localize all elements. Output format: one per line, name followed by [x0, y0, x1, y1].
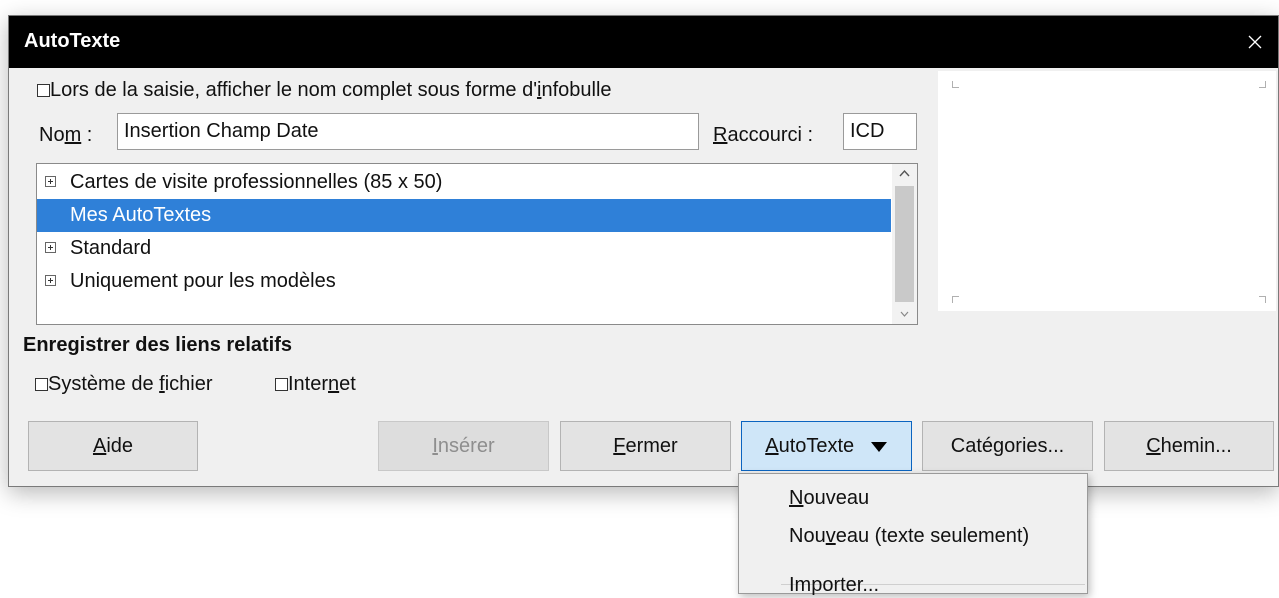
internet-label-start: Inter — [288, 373, 329, 395]
name-input[interactable]: Insertion Champ Date — [117, 113, 699, 150]
help-label-mnemonic: A — [92, 435, 107, 457]
name-label-end: : — [81, 124, 93, 146]
autotext-dropdown-button[interactable]: AutoTexte — [741, 421, 912, 471]
tooltip-checkbox[interactable] — [37, 84, 50, 98]
menu-item-label-end: eau (texte seulement) — [835, 525, 1030, 547]
relative-links-title: Enregistrer des liens relatifs — [23, 334, 293, 356]
tooltip-checkbox-label-start: Lors de la saisie, afficher le nom compl… — [50, 79, 538, 101]
close-icon — [1248, 35, 1262, 49]
filesystem-checkbox[interactable] — [35, 378, 48, 392]
expand-icon[interactable] — [45, 242, 56, 253]
expand-icon[interactable] — [45, 176, 56, 187]
insert-button[interactable]: Insérer — [378, 421, 549, 471]
menu-item-label-end: ouveau — [803, 487, 870, 509]
autotext-dialog: AutoTexte Lors de la saisie, afficher le… — [8, 15, 1279, 487]
help-button[interactable]: Aide — [28, 421, 198, 471]
shortcut-label: Raccourci : — [713, 123, 813, 147]
close-label-end: ermer — [625, 435, 678, 457]
shortcut-label-end: accourci : — [727, 124, 814, 146]
menu-item-import[interactable]: Importer... — [789, 572, 879, 598]
preview-corner-mark — [1259, 296, 1266, 303]
filesystem-label-end: ichier — [164, 373, 213, 395]
shortcut-input[interactable]: ICD — [843, 113, 917, 150]
preview-area — [938, 71, 1276, 311]
tree-item-label: Uniquement pour les modèles — [70, 270, 336, 292]
tree-item[interactable]: Uniquement pour les modèles — [37, 265, 891, 298]
menu-item-mnemonic: N — [789, 487, 804, 509]
tree-item[interactable]: Standard — [37, 232, 891, 265]
help-label-end: ide — [106, 435, 134, 457]
menu-item-mnemonic: v — [825, 525, 836, 547]
filesystem-label-start: Système de — [48, 373, 160, 395]
tree-item-label: Cartes de visite professionnelles (85 x … — [70, 171, 443, 193]
preview-corner-mark — [1259, 81, 1266, 88]
internet-label-end: et — [339, 373, 356, 395]
name-label-start: No — [39, 124, 65, 146]
path-label-end: hemin... — [1160, 435, 1232, 457]
scroll-up-arrow[interactable] — [892, 164, 917, 184]
tree-item-selected[interactable]: Mes AutoTextes — [37, 199, 891, 232]
internet-checkbox-row[interactable]: Internet — [275, 372, 356, 396]
close-label-mnemonic: F — [613, 435, 626, 457]
chevron-up-icon — [899, 169, 910, 177]
categories-label-end: ories... — [1004, 435, 1065, 457]
menu-item-label-start: Nou — [789, 525, 826, 547]
preview-corner-mark — [952, 296, 959, 303]
expand-icon[interactable] — [45, 275, 56, 286]
dialog-title: AutoTexte — [24, 30, 121, 52]
categories-label-start: Caté — [950, 435, 994, 457]
filesystem-checkbox-row[interactable]: Système de fichier — [35, 372, 213, 396]
tree-item-label: Mes AutoTextes — [70, 204, 212, 226]
tree-item-label: Standard — [70, 237, 152, 259]
tree-item[interactable]: Cartes de visite professionnelles (85 x … — [37, 166, 891, 199]
vertical-scrollbar[interactable] — [892, 164, 917, 324]
path-label-mnemonic: C — [1146, 435, 1161, 457]
insert-label-end: nsérer — [437, 435, 495, 457]
title-bar: AutoTexte — [9, 16, 1278, 68]
name-label: Nom : — [39, 123, 92, 147]
close-window-button[interactable] — [1232, 16, 1278, 68]
menu-item-new[interactable]: Nouveau — [789, 485, 869, 511]
name-label-mnemonic: m — [64, 124, 82, 146]
scroll-thumb[interactable] — [895, 186, 914, 302]
autotext-tree[interactable]: Cartes de visite professionnelles (85 x … — [36, 163, 918, 325]
autotext-label-end: utoTexte — [778, 435, 855, 457]
dropdown-arrow-icon — [870, 441, 887, 452]
internet-checkbox[interactable] — [275, 378, 288, 392]
menu-item-label: Importer... — [789, 574, 880, 596]
tooltip-checkbox-label-end: nfobulle — [541, 79, 612, 101]
menu-item-new-text-only[interactable]: Nouveau (texte seulement) — [789, 523, 1029, 549]
tooltip-checkbox-row[interactable]: Lors de la saisie, afficher le nom compl… — [37, 78, 612, 102]
preview-corner-mark — [952, 81, 959, 88]
chevron-down-icon — [900, 311, 909, 317]
close-button[interactable]: Fermer — [560, 421, 731, 471]
internet-label-mnemonic: n — [328, 373, 340, 395]
autotext-menu: Nouveau Nouveau (texte seulement) Import… — [738, 473, 1088, 596]
categories-label-mnemonic: g — [993, 435, 1005, 457]
categories-button[interactable]: Catégories... — [922, 421, 1093, 471]
path-button[interactable]: Chemin... — [1104, 421, 1274, 471]
shortcut-label-mnemonic: R — [713, 124, 728, 146]
scroll-down-arrow[interactable] — [892, 304, 917, 324]
autotext-label-mnemonic: A — [765, 435, 779, 457]
